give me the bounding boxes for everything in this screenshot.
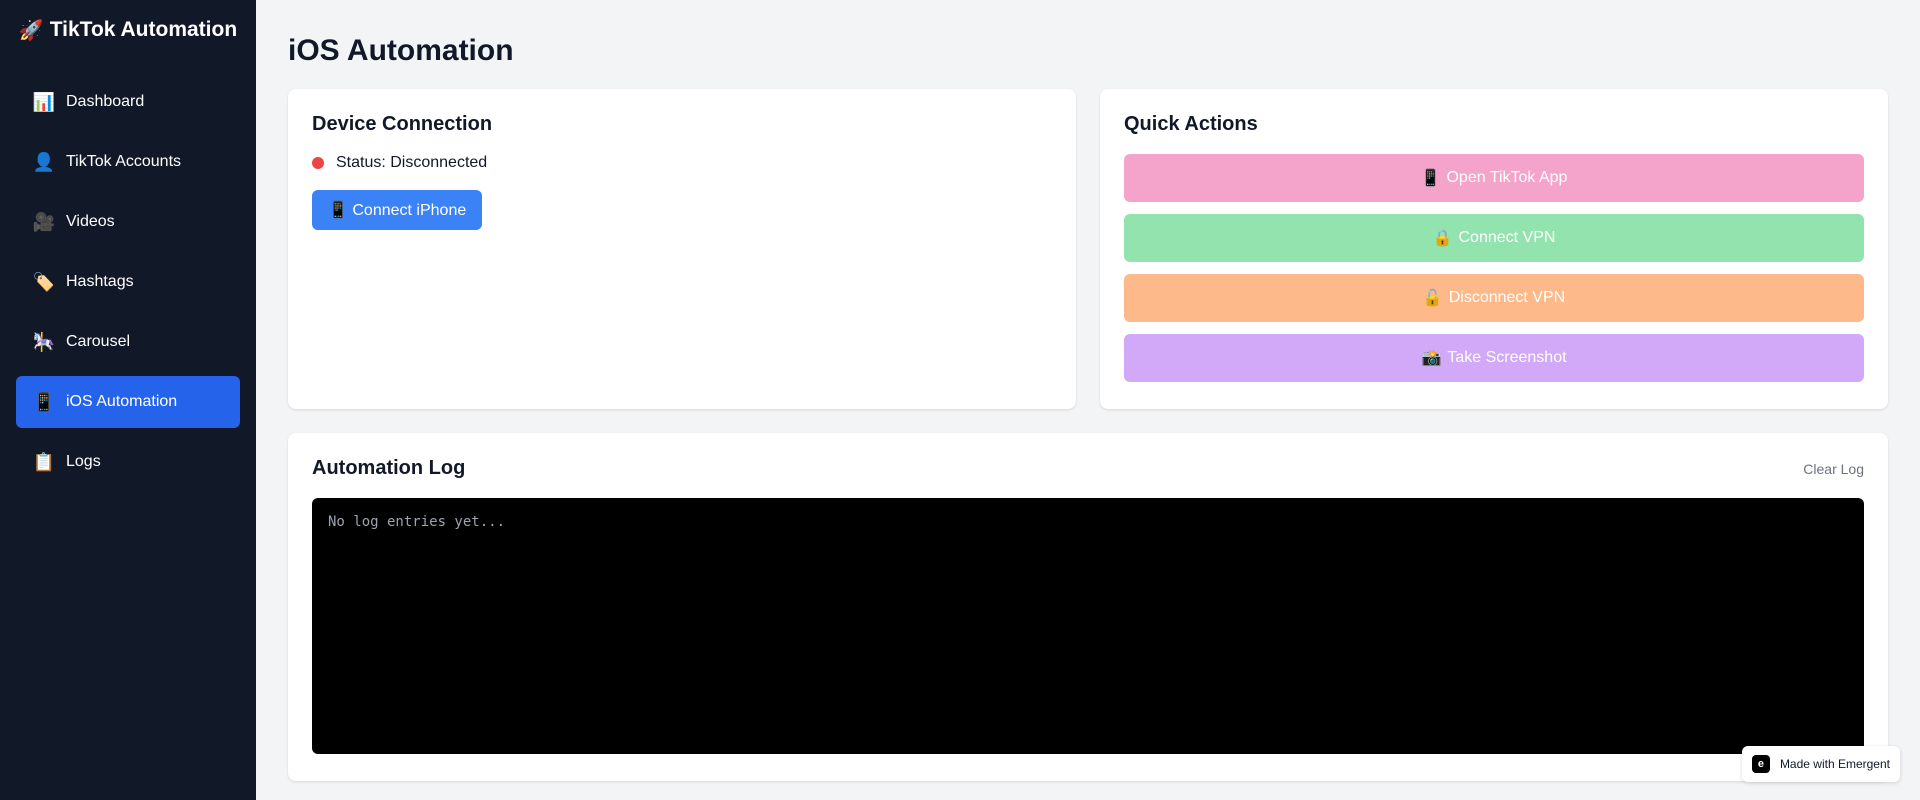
sidebar: 🚀 TikTok Automation 📊 Dashboard 👤 TikTok…: [0, 0, 256, 800]
connection-status: Status: Disconnected: [312, 154, 1052, 172]
page-title: iOS Automation: [288, 34, 514, 67]
phone-icon: 📱: [328, 202, 348, 219]
sidebar-item-logs[interactable]: 📋 Logs: [16, 436, 240, 488]
sidebar-item-label: Dashboard: [66, 93, 145, 110]
clear-log-button[interactable]: Clear Log: [1803, 461, 1864, 477]
cards-row: Device Connection Status: Disconnected 📱…: [288, 89, 1888, 409]
device-connection-title: Device Connection: [312, 113, 493, 135]
sidebar-item-label: Logs: [66, 453, 101, 470]
status-dot-icon: [312, 157, 324, 169]
sidebar-item-hashtags[interactable]: 🏷️ Hashtags: [16, 256, 240, 308]
take-screenshot-label: Take Screenshot: [1447, 349, 1567, 366]
app: 🚀 TikTok Automation 📊 Dashboard 👤 TikTok…: [0, 0, 1920, 800]
sidebar-item-carousel[interactable]: 🎠 Carousel: [16, 316, 240, 368]
log-header: Automation Log Clear Log: [312, 457, 1864, 480]
camera-icon: 📸: [1421, 350, 1442, 367]
chart-icon: 📊: [32, 91, 56, 112]
sidebar-item-dashboard[interactable]: 📊 Dashboard: [16, 76, 240, 128]
made-with-emergent-badge[interactable]: e Made with Emergent: [1741, 746, 1900, 782]
phone-icon: 📱: [32, 391, 56, 412]
sidebar-item-label: Carousel: [66, 333, 131, 350]
sidebar-item-label: Videos: [66, 213, 115, 230]
connect-iphone-button[interactable]: 📱 Connect iPhone: [312, 190, 483, 230]
sidebar-item-ios-automation[interactable]: 📱 iOS Automation: [16, 376, 240, 428]
log-console[interactable]: No log entries yet...: [312, 498, 1864, 754]
disconnect-vpn-button[interactable]: 🔓 Disconnect VPN: [1124, 274, 1864, 322]
status-text: Status: Disconnected: [336, 154, 488, 171]
sidebar-item-label: TikTok Accounts: [66, 153, 182, 170]
automation-log-card: Automation Log Clear Log No log entries …: [288, 433, 1888, 781]
open-tiktok-app-button[interactable]: 📱 Open TikTok App: [1124, 154, 1864, 202]
phone-icon: 📱: [1420, 170, 1441, 187]
user-icon: 👤: [32, 151, 56, 172]
automation-log-title: Automation Log: [312, 457, 466, 479]
unlock-icon: 🔓: [1422, 290, 1443, 307]
emergent-logo-icon: e: [1751, 755, 1770, 773]
tag-icon: 🏷️: [32, 271, 56, 292]
connect-vpn-button[interactable]: 🔒 Connect VPN: [1124, 214, 1864, 262]
sidebar-item-label: Hashtags: [66, 273, 134, 290]
badge-label: Made with Emergent: [1779, 757, 1890, 771]
disconnect-vpn-label: Disconnect VPN: [1448, 289, 1566, 306]
connect-vpn-label: Connect VPN: [1458, 229, 1556, 246]
brand: 🚀 TikTok Automation: [16, 0, 240, 60]
sidebar-item-label: iOS Automation: [66, 393, 178, 410]
quick-actions-card: Quick Actions 📱 Open TikTok App 🔒 Connec…: [1100, 89, 1888, 409]
lock-icon: 🔒: [1432, 230, 1453, 247]
sidebar-item-tiktok-accounts[interactable]: 👤 TikTok Accounts: [16, 136, 240, 188]
take-screenshot-button[interactable]: 📸 Take Screenshot: [1124, 334, 1864, 382]
carousel-icon: 🎠: [32, 331, 56, 352]
clipboard-icon: 📋: [32, 451, 56, 472]
connect-iphone-label: Connect iPhone: [352, 202, 467, 219]
device-connection-card: Device Connection Status: Disconnected 📱…: [288, 89, 1076, 409]
sidebar-nav: 📊 Dashboard 👤 TikTok Accounts 🎥 Videos 🏷…: [16, 76, 240, 488]
video-camera-icon: 🎥: [32, 211, 56, 232]
brand-title: TikTok Automation: [49, 18, 238, 41]
log-empty-text: No log entries yet...: [328, 514, 506, 530]
sidebar-item-videos[interactable]: 🎥 Videos: [16, 196, 240, 248]
open-tiktok-app-label: Open TikTok App: [1446, 169, 1568, 186]
quick-actions-title: Quick Actions: [1124, 113, 1258, 135]
rocket-icon: 🚀: [18, 19, 44, 42]
main-content: iOS Automation Device Connection Status:…: [256, 0, 1920, 800]
